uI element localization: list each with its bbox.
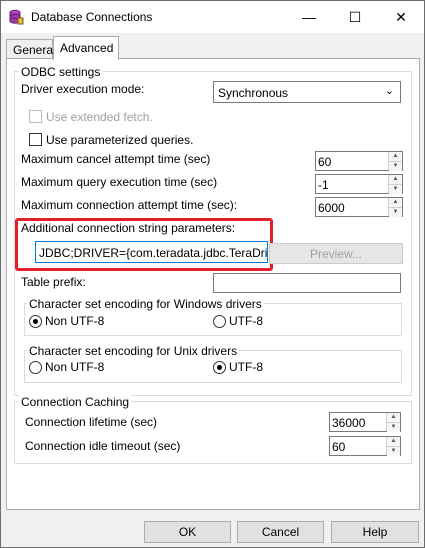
spin-down-icon[interactable]: ▼ [389,184,402,194]
unix-charset-label: Character set encoding for Unix drivers [27,344,240,358]
unix-utf8-radio[interactable] [213,361,226,374]
advanced-panel: ODBC settings Driver execution mode: Syn… [6,58,420,510]
tab-general[interactable]: General [6,39,56,59]
database-icon [9,9,24,25]
spin-up-icon[interactable]: ▲ [387,437,400,446]
conn-string-value: JDBC;DRIVER={com.teradata.jdbc.TeraDrive… [39,246,268,260]
max-query-value: -1 [318,178,329,192]
driver-mode-value: Synchronous [218,86,289,100]
connection-caching-label: Connection Caching [19,395,132,409]
windows-utf8-radio[interactable] [213,315,226,328]
close-icon[interactable]: ✕ [378,1,424,33]
title-bar: Database Connections — ☐ ✕ [1,1,424,33]
driver-mode-select[interactable]: Synchronous ⌄ [213,81,401,103]
conn-idle-value: 60 [332,440,346,454]
spin-up-icon[interactable]: ▲ [389,175,402,184]
help-button[interactable]: Help [331,521,419,543]
chevron-down-icon: ⌄ [384,85,394,97]
driver-mode-label: Driver execution mode: [21,82,145,96]
spin-down-icon[interactable]: ▼ [389,161,402,171]
preview-button[interactable]: Preview... [269,243,403,264]
conn-string-label: Additional connection string parameters: [21,221,236,235]
cancel-button[interactable]: Cancel [237,521,324,543]
conn-idle-label: Connection idle timeout (sec) [25,439,181,453]
odbc-settings-label: ODBC settings [19,65,103,79]
unix-non-utf8-label: Non UTF-8 [45,360,105,374]
max-conn-value: 6000 [318,201,345,215]
max-query-label: Maximum query execution time (sec) [21,175,218,189]
conn-lifetime-spinner[interactable]: 36000 ▲ ▼ [329,412,401,432]
tab-advanced[interactable]: Advanced [53,36,119,60]
unix-non-utf8-radio[interactable] [29,361,42,374]
spin-up-icon[interactable]: ▲ [389,198,402,207]
database-connections-window: Database Connections — ☐ ✕ General Advan… [0,0,425,548]
conn-idle-spinner[interactable]: 60 ▲ ▼ [329,436,401,456]
extended-fetch-label: Use extended fetch. [46,110,153,124]
max-conn-spinner[interactable]: 6000 ▲ ▼ [315,197,403,217]
table-prefix-label: Table prefix: [21,275,86,289]
max-cancel-label: Maximum cancel attempt time (sec) [21,152,211,166]
extended-fetch-checkbox[interactable] [29,110,42,123]
table-prefix-input[interactable] [213,273,401,293]
maximize-icon[interactable]: ☐ [332,1,378,33]
ok-button[interactable]: OK [144,521,231,543]
max-cancel-value: 60 [318,155,332,169]
conn-string-input[interactable]: JDBC;DRIVER={com.teradata.jdbc.TeraDrive… [35,241,268,263]
parameterized-queries-label: Use parameterized queries. [46,133,194,147]
spin-down-icon[interactable]: ▼ [387,422,400,432]
conn-lifetime-value: 36000 [332,416,366,430]
windows-utf8-label: UTF-8 [229,314,263,328]
minimize-icon[interactable]: — [286,1,332,33]
max-cancel-spinner[interactable]: 60 ▲ ▼ [315,151,403,171]
max-query-spinner[interactable]: -1 ▲ ▼ [315,174,403,194]
spin-down-icon[interactable]: ▼ [389,207,402,217]
unix-utf8-label: UTF-8 [229,360,263,374]
window-title: Database Connections [31,10,153,24]
spin-down-icon[interactable]: ▼ [387,446,400,456]
spin-up-icon[interactable]: ▲ [389,152,402,161]
conn-lifetime-label: Connection lifetime (sec) [25,415,158,429]
windows-non-utf8-radio[interactable] [29,315,42,328]
windows-non-utf8-label: Non UTF-8 [45,314,105,328]
spin-up-icon[interactable]: ▲ [387,413,400,422]
windows-charset-label: Character set encoding for Windows drive… [27,297,264,311]
max-conn-label: Maximum connection attempt time (sec): [21,198,238,212]
parameterized-queries-checkbox[interactable] [29,133,42,146]
